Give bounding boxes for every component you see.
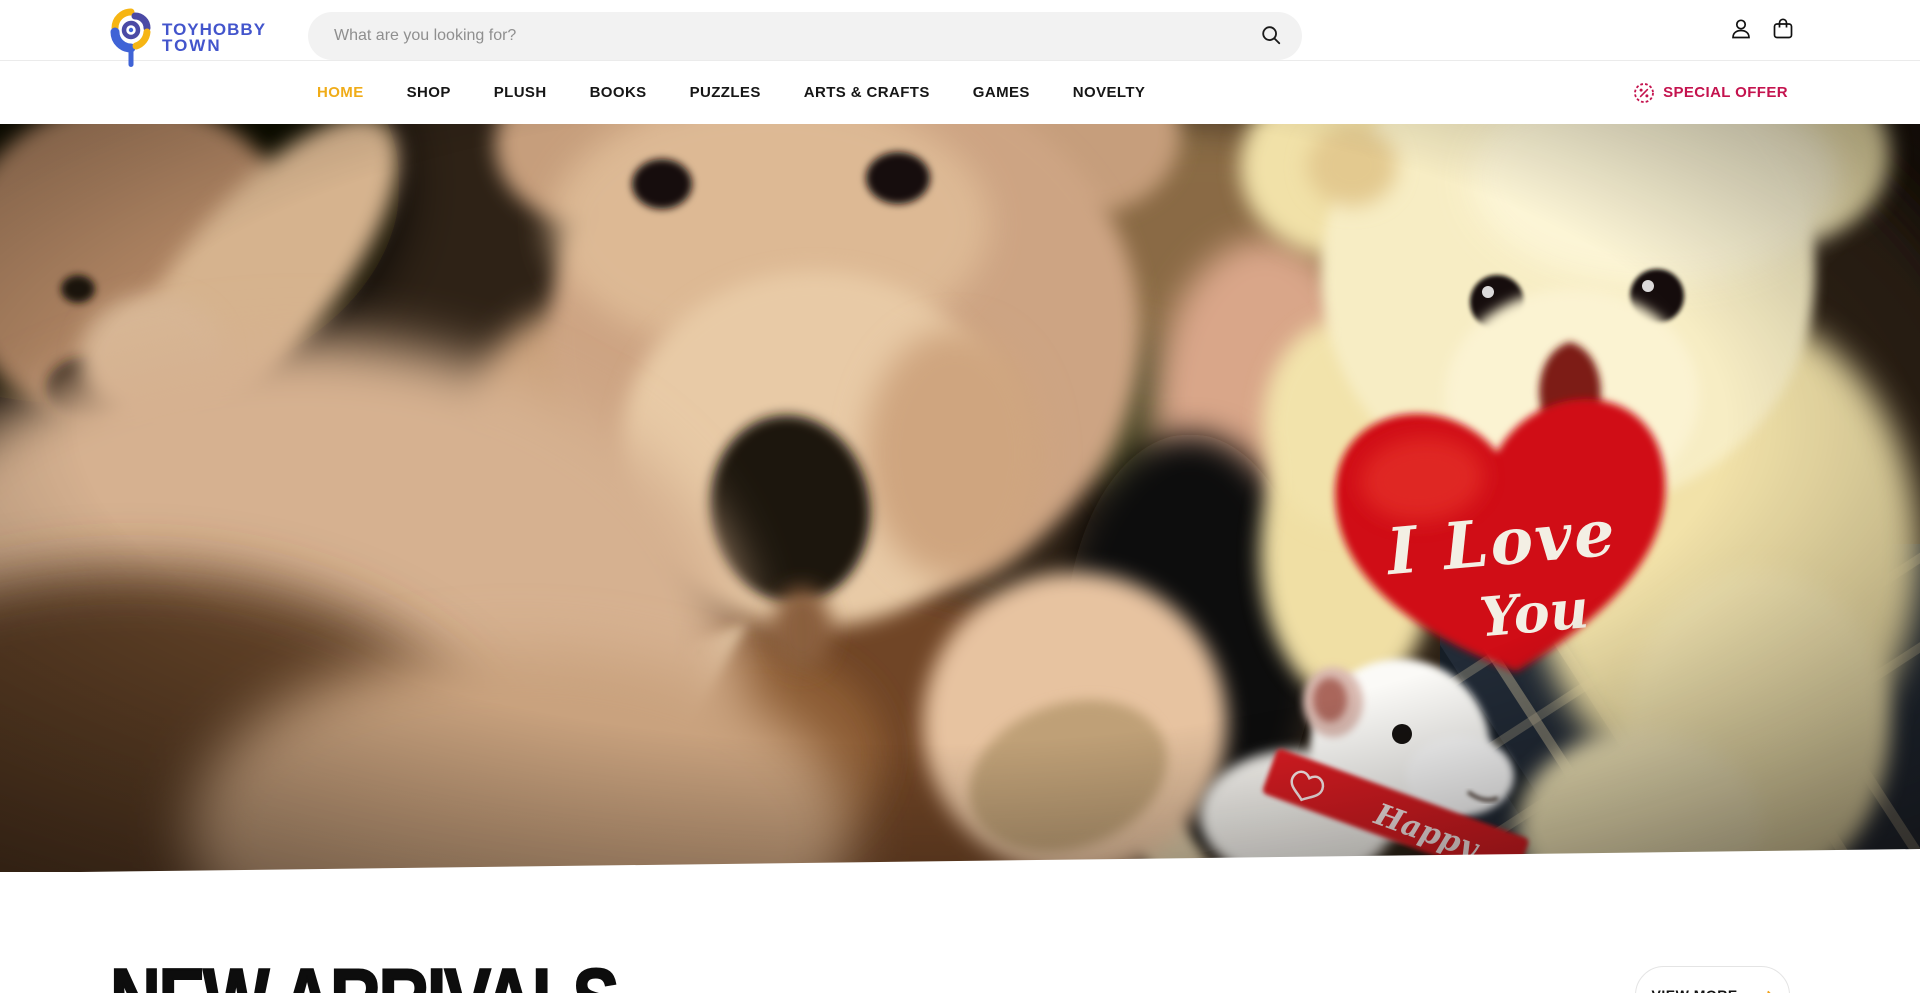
account-button[interactable] <box>1728 16 1754 45</box>
view-more-button[interactable]: VIEW MORE ⟶ <box>1635 966 1790 993</box>
hero-banner: I Love You Happy <box>0 124 1920 872</box>
discount-badge-icon <box>1633 82 1655 104</box>
nav-item-puzzles[interactable]: PUZZLES <box>690 84 761 101</box>
cart-button[interactable] <box>1770 16 1796 45</box>
search-icon <box>1260 24 1282 49</box>
top-header: TOYHOBBY TOWN <box>0 0 1920 61</box>
nav-item-plush[interactable]: PLUSH <box>494 84 547 101</box>
nav-item-games[interactable]: GAMES <box>973 84 1030 101</box>
nav-item-arts-crafts[interactable]: ARTS & CRAFTS <box>804 84 930 101</box>
special-offer-label: SPECIAL OFFER <box>1663 84 1788 101</box>
search-bar <box>308 12 1302 60</box>
special-offer-link[interactable]: SPECIAL OFFER <box>1633 61 1788 124</box>
site-logo[interactable]: TOYHOBBY TOWN <box>108 8 266 75</box>
search-input[interactable] <box>308 27 1256 45</box>
nav-item-home[interactable]: HOME <box>317 84 364 101</box>
search-button[interactable] <box>1256 24 1302 49</box>
nav-item-shop[interactable]: SHOP <box>407 84 451 101</box>
header-actions <box>1728 0 1796 61</box>
nav-item-books[interactable]: BOOKS <box>590 84 647 101</box>
new-arrivals-section: NEW ARRIVALS VIEW MORE ⟶ <box>0 872 1920 993</box>
main-nav: HOME SHOP PLUSH BOOKS PUZZLES ARTS & CRA… <box>0 61 1920 124</box>
nav-links: HOME SHOP PLUSH BOOKS PUZZLES ARTS & CRA… <box>0 84 1145 101</box>
section-title: NEW ARRIVALS <box>110 956 617 993</box>
nav-item-novelty[interactable]: NOVELTY <box>1073 84 1146 101</box>
hero-diagonal-edge <box>0 849 1920 872</box>
shopping-bag-icon <box>1770 16 1796 45</box>
view-more-label: VIEW MORE <box>1652 987 1738 993</box>
user-icon <box>1728 16 1754 45</box>
teddy-bears-photo: I Love You Happy <box>0 124 1920 872</box>
pinwheel-logo-icon <box>108 8 154 75</box>
logo-text: TOYHOBBY TOWN <box>162 22 266 54</box>
arrow-right-icon: ⟶ <box>1746 986 1774 993</box>
